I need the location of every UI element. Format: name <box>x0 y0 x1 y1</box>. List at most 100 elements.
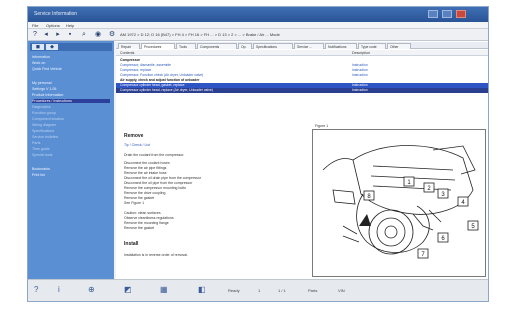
callout-5: 5 <box>467 220 479 231</box>
tab-0[interactable]: Repair <box>118 43 140 49</box>
sidebar-item-16[interactable]: Special tools <box>32 153 110 157</box>
sidebar-item-7[interactable]: Procedures / Instructions <box>32 99 110 103</box>
sidebar-item-13[interactable]: Service bulletins <box>32 135 110 139</box>
sidebar-item-0[interactable]: Information <box>32 55 110 59</box>
tab-9[interactable]: Other <box>387 43 411 49</box>
row-contents: Compressor, dismantle, assemble <box>120 63 172 67</box>
close-button[interactable] <box>456 10 466 18</box>
sidebar-item-17 <box>32 159 110 163</box>
row-description: Instruction <box>352 73 368 77</box>
menu-help[interactable]: Help <box>66 23 74 28</box>
tab-5[interactable]: Specifications <box>253 43 293 49</box>
figure-pane: Figure 1 1234 5 67 8 <box>312 124 486 277</box>
row-description: Instruction <box>352 63 368 67</box>
row-contents: Compressor, Function check (Air dryer, U… <box>120 73 204 77</box>
tab-7[interactable]: Notifications <box>325 43 357 49</box>
gasket <box>332 189 356 205</box>
tab-6[interactable]: Service ... <box>294 43 324 49</box>
minimize-button[interactable] <box>428 10 438 18</box>
intro-text: Drain the coolant from the compressor. <box>124 153 185 157</box>
info-link[interactable]: Tip / Check / List <box>124 143 150 147</box>
app-window: Service Information File Options Help ? … <box>27 6 489 302</box>
status-icon-3[interactable]: ◩ <box>124 285 132 295</box>
tab-8[interactable]: Type code <box>358 43 386 49</box>
row-description: Instruction <box>352 68 368 72</box>
table-row[interactable]: Compressor, Function check (Air dryer, U… <box>116 73 488 78</box>
row-contents: Air supply, check and adjust function of… <box>120 78 200 82</box>
menu-bar: File Options Help <box>28 22 488 29</box>
sidebar-item-1[interactable]: Work on <box>32 61 110 65</box>
step-line: See Figure 1 <box>124 201 145 205</box>
table-row[interactable]: Compressor <box>116 58 488 63</box>
window-title: Service Information <box>34 11 78 17</box>
title-bar: Service Information <box>28 7 488 22</box>
sidebar-item-10[interactable]: Component location <box>32 117 110 121</box>
sidebar-item-5[interactable]: Settings V 1.05 <box>32 87 110 91</box>
sidebar-item-6[interactable]: Product Information <box>32 93 110 97</box>
table-row[interactable]: Compressor cylinder head, gasket, replac… <box>116 83 488 88</box>
search-icon[interactable]: ⌕ <box>80 31 88 39</box>
tab-4[interactable]: Op. <box>238 43 252 49</box>
sidebar-item-18[interactable]: Bookmarks <box>32 167 110 171</box>
drive-hub <box>376 217 406 247</box>
sidebar-item-19[interactable]: Print list <box>32 173 110 177</box>
step-line: Remove the air intake hose <box>124 171 167 175</box>
drive-shaft <box>384 225 398 239</box>
status-icon-2[interactable]: ⊕ <box>88 285 95 295</box>
sidebar-item-8[interactable]: Diagnostics <box>32 105 110 109</box>
status-icon-4[interactable]: ▦ <box>160 285 168 295</box>
note-line: Observe cleanliness regulations <box>124 216 174 220</box>
print-icon[interactable]: ▪ <box>66 31 74 39</box>
sidebar-tab-2[interactable]: ◆ <box>46 44 58 50</box>
column-header-contents[interactable]: Contents <box>120 51 134 55</box>
sidebar-item-15[interactable]: Time guide <box>32 147 110 151</box>
drive-flange <box>368 209 414 255</box>
status-icon-5[interactable]: ◧ <box>198 285 206 295</box>
status-bar: ? i ⊕ ◩ ▦ ◧ Ready 1 1 / 1 Parts VIN <box>28 279 488 301</box>
row-contents: Compressor cylinder head, gasket, replac… <box>120 83 185 87</box>
step-line: Remove the compressor mounting bolts <box>124 186 186 190</box>
forward-icon[interactable]: ◂ <box>42 31 50 39</box>
breadcrumb-path[interactable]: AM 1972 > D 12; D 16 (B47) > FH 4 > FH 1… <box>120 32 280 37</box>
home-icon[interactable]: ▸ <box>54 31 62 39</box>
table-row[interactable]: Compressor, dismantle, assemble Instructi… <box>116 63 488 68</box>
maximize-button[interactable] <box>442 10 452 18</box>
bookmark-icon[interactable]: ◉ <box>94 31 102 39</box>
table-row[interactable]: Air supply, check and adjust function of… <box>116 78 488 83</box>
main-panel: Repair Procedures Tools Components Op. Specif… <box>116 41 488 279</box>
tab-2[interactable]: Tools <box>176 43 196 49</box>
list-header: Contents Description <box>116 50 488 56</box>
cylinder-head <box>432 145 476 175</box>
column-header-description[interactable]: Description <box>352 51 370 55</box>
row-contents: Compressor cylinder head, replace (Air d… <box>120 88 213 92</box>
back-icon[interactable]: ? <box>31 31 39 39</box>
status-icon-0[interactable]: ? <box>34 285 38 295</box>
status-text-4: VIN <box>338 288 345 293</box>
sidebar-item-2[interactable]: Quick Find Vehicle <box>32 67 110 71</box>
tab-1[interactable]: Procedures <box>141 43 175 49</box>
callout-6: 6 <box>437 232 449 243</box>
status-text-2: 1 / 1 <box>278 288 286 293</box>
sidebar: ◼ ◆ Information Work on Quick Find Vehicle… <box>28 41 114 279</box>
sidebar-item-11[interactable]: Wiring diagram <box>32 123 110 127</box>
menu-options[interactable]: Options <box>46 23 60 28</box>
footer-text: Installation is in reverse order of remo… <box>124 253 188 257</box>
sidebar-item-4[interactable]: My personal <box>32 81 110 85</box>
status-text-3: Parts <box>308 288 318 293</box>
sidebar-item-9[interactable]: Function group <box>32 111 110 115</box>
status-text-1: 1 <box>258 288 261 293</box>
note-line: Remove the mounting flange <box>124 221 169 225</box>
sidebar-item-12[interactable]: Specifications <box>32 129 110 133</box>
callout-7: 7 <box>417 248 429 259</box>
sidebar-item-14[interactable]: Parts <box>32 141 110 145</box>
tab-3[interactable]: Components <box>197 43 237 49</box>
mounting-bolts <box>342 225 360 243</box>
row-description: Instruction <box>352 83 368 87</box>
menu-file[interactable]: File <box>32 23 38 28</box>
table-row[interactable]: Compressor cylinder head, replace (Air d… <box>116 88 488 93</box>
table-row[interactable]: Compressor, replace Instruction <box>116 68 488 73</box>
air-pipe <box>322 158 354 171</box>
sidebar-tab-1[interactable]: ◼ <box>32 44 44 50</box>
settings-icon[interactable]: ⚙ <box>108 31 116 39</box>
status-icon-1[interactable]: i <box>58 285 60 295</box>
